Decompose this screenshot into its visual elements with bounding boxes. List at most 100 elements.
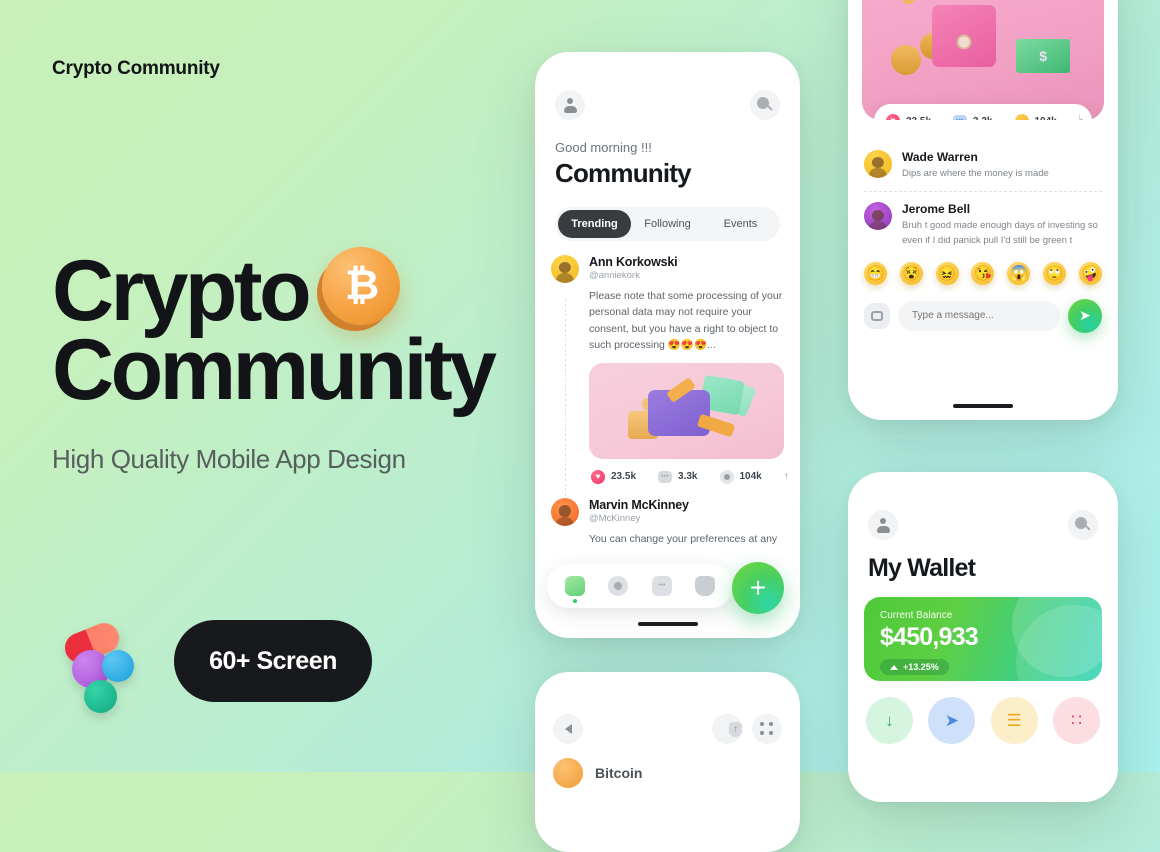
headline-line-1: Crypto [52, 243, 312, 339]
avatar [864, 150, 892, 178]
phone-wallet-screen: My Wallet Current Balance $450,933 +13.2… [848, 472, 1118, 802]
search-icon [757, 97, 773, 113]
avatar [551, 498, 579, 527]
page-title: My Wallet [868, 554, 976, 582]
tab-events[interactable]: Events [704, 210, 777, 238]
share-button[interactable] [712, 714, 742, 744]
phone-community-screen: Good morning !!! Community Trending Foll… [535, 52, 800, 638]
view-count: 104k [739, 471, 762, 483]
profile-button[interactable] [868, 510, 898, 540]
headline-line-2: Community [52, 322, 497, 419]
create-post-fab[interactable]: + [732, 562, 784, 614]
view-stat[interactable]: 104k [1014, 114, 1057, 120]
balance-amount: $450,933 [880, 623, 979, 651]
like-stat[interactable]: 23.5k [591, 469, 636, 484]
post-author-name: Marvin McKinney [589, 498, 689, 513]
emoji-reaction[interactable]: 🙄 [1043, 261, 1067, 285]
wallet-icon[interactable] [695, 576, 716, 596]
chat-user-message: Bruh t good made enough days of investin… [902, 220, 1098, 246]
greeting-text: Good morning !!! [555, 140, 652, 155]
comment-stat[interactable]: 3.3k [953, 115, 993, 121]
search-button[interactable] [750, 90, 780, 120]
buy-button[interactable]: ☰ [990, 697, 1038, 744]
post-stats: 23.5k 3.3k 104k [874, 104, 1092, 120]
receive-button[interactable]: ↓ [866, 697, 913, 744]
search-icon [1075, 517, 1091, 533]
message-input[interactable] [898, 300, 1060, 331]
message-composer: ➤ [848, 285, 1118, 333]
coin-row[interactable]: Bitcoin [535, 744, 800, 788]
coin-stack-shape-1 [891, 45, 922, 76]
search-button[interactable] [1068, 510, 1098, 540]
post-item[interactable]: Ann Korkowski @anniekork Please note tha… [551, 255, 784, 484]
wallet-topbar [848, 472, 1118, 540]
thread-connector [565, 299, 566, 502]
chat-icon[interactable] [651, 576, 672, 596]
home-icon[interactable] [564, 576, 585, 596]
balance-label: Current Balance [880, 610, 953, 621]
post-author-name: Ann Korkowski [589, 255, 678, 269]
send-button[interactable]: ➤ [1068, 298, 1102, 333]
hero-image[interactable]: 23.5k 3.3k 104k [862, 0, 1104, 120]
like-stat[interactable]: 23.5k [886, 114, 931, 120]
post-author-handle: @anniekork [589, 270, 640, 281]
like-count: 23.5k [906, 116, 931, 121]
chat-user-item[interactable]: Wade Warren Dips are where the money is … [848, 150, 1118, 181]
wallet-actions: ↓ ➤ ☰ ∷ [848, 681, 1118, 744]
home-indicator [953, 404, 1013, 408]
tab-trending[interactable]: Trending [558, 210, 631, 238]
bitcoin-icon [322, 246, 401, 325]
send-button[interactable]: ➤ [928, 697, 976, 744]
emoji-reaction[interactable]: 😘 [971, 261, 995, 285]
profile-button[interactable] [555, 90, 585, 120]
post-text: Please note that some processing of your… [589, 290, 783, 351]
balance-card[interactable]: Current Balance $450,933 +13.25% [864, 597, 1102, 681]
hero-headline: Crypto Community [52, 243, 522, 419]
emoji-reaction[interactable]: 😖 [935, 261, 959, 285]
safe-dial-shape [956, 34, 972, 50]
chat-user-item[interactable]: Jerome Bell Bruh t good made enough days… [848, 202, 1118, 248]
bitcoin-topbar [535, 672, 800, 744]
emoji-reaction[interactable]: 😵 [899, 261, 923, 285]
phone-chat-screen: 23.5k 3.3k 104k Wade Warren Dips are whe… [848, 0, 1118, 420]
emoji-reaction[interactable]: 😱 [1007, 261, 1031, 285]
send-icon: ➤ [944, 710, 959, 730]
receive-icon: ↓ [885, 710, 894, 730]
post-item[interactable]: Marvin McKinney @McKinney You can change… [551, 498, 784, 547]
send-icon: ➤ [1079, 307, 1091, 324]
avatar [864, 202, 892, 231]
emoji-reaction[interactable]: 🤪 [1078, 261, 1102, 285]
compass-icon[interactable] [608, 576, 629, 596]
post-feed: Ann Korkowski @anniekork Please note tha… [535, 241, 800, 547]
comment-count: 3.3k [678, 471, 698, 483]
emoji-reaction[interactable]: 😁 [864, 261, 887, 285]
comment-count: 3.3k [973, 116, 992, 121]
change-value: +13.25% [903, 662, 939, 672]
back-arrow-icon [564, 724, 572, 734]
phone-bitcoin-screen: Bitcoin [535, 672, 800, 852]
avatar-icon [563, 97, 578, 113]
tab-following[interactable]: Following [631, 210, 704, 238]
camera-button[interactable] [864, 302, 890, 329]
home-indicator [637, 622, 698, 626]
comment-icon [953, 115, 968, 120]
divider [864, 191, 1102, 193]
eye-icon [1014, 114, 1029, 120]
blob-logo-icon [58, 618, 144, 713]
community-topbar [535, 52, 800, 120]
more-button[interactable]: ∷ [1052, 697, 1100, 744]
bottom-navigation [547, 564, 733, 608]
back-button[interactable] [553, 714, 583, 744]
share-icon[interactable] [1078, 113, 1080, 120]
menu-button[interactable] [752, 714, 782, 744]
view-stat[interactable]: 104k [719, 469, 762, 484]
chat-user-name: Jerome Bell [902, 202, 971, 217]
comment-stat[interactable]: 3.3k [658, 470, 698, 483]
post-author-handle: @McKinney [589, 513, 641, 525]
coin-name: Bitcoin [595, 765, 643, 781]
emoji-reaction-row: 😁 😵 😖 😘 😱 🙄 🤪 [848, 248, 1118, 285]
heart-icon [886, 114, 900, 120]
post-image[interactable] [589, 363, 784, 460]
buy-icon: ☰ [1006, 710, 1022, 730]
heart-icon [591, 469, 605, 484]
